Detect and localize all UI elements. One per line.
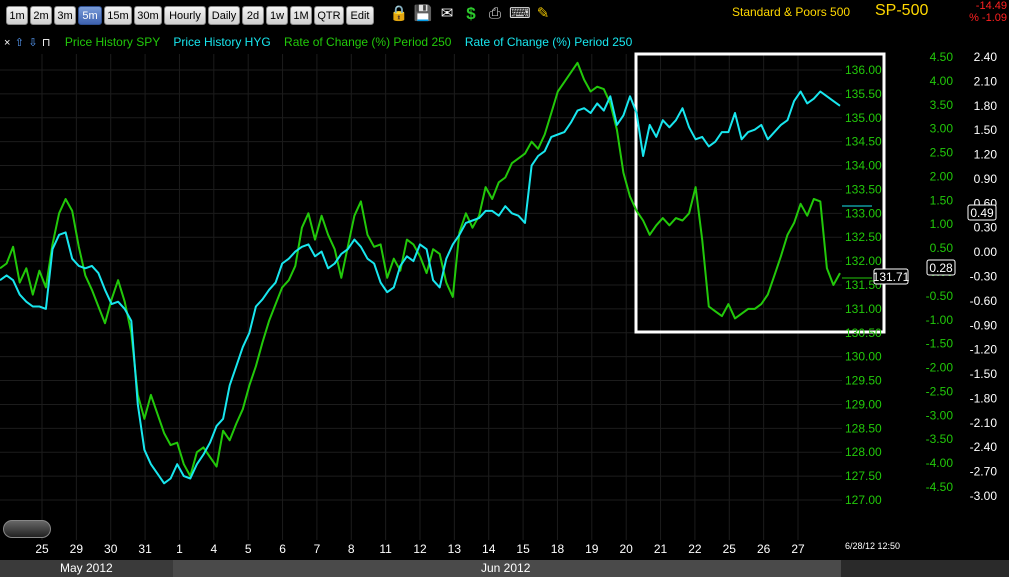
roc-spy-tick-label: -4.00 (926, 456, 954, 470)
roc-spy-tick-label: 1.50 (930, 193, 954, 207)
x-tick-label: 11 (379, 542, 392, 556)
roc-spy-value-label: 0.28 (929, 261, 953, 275)
x-tick-label: 4 (210, 542, 217, 556)
roc-spy-tick-label: 4.50 (930, 50, 954, 64)
roc-spy-tick-label: -3.00 (926, 408, 954, 422)
price-tick-label: 129.00 (845, 397, 882, 411)
roc-hyg-tick-label: 0.90 (974, 172, 998, 186)
roc-hyg-tick-label: 0.30 (974, 221, 998, 235)
x-tick-label: 22 (688, 542, 702, 556)
price-tick-label: 130.00 (845, 350, 882, 364)
roc-hyg-tick-label: -1.20 (970, 343, 998, 357)
roc-hyg-tick-label: -1.50 (970, 367, 998, 381)
roc-spy-tick-label: 4.00 (930, 74, 954, 88)
roc-hyg-tick-label: 2.10 (974, 74, 998, 88)
roc-spy-tick-label: -3.50 (926, 432, 954, 446)
roc-spy-tick-label: -2.00 (926, 361, 954, 375)
price-tick-label: 129.50 (845, 374, 882, 388)
price-tick-label: 134.00 (845, 159, 882, 173)
x-tick-label: 6 (279, 542, 286, 556)
price-tick-label: 128.50 (845, 421, 882, 435)
price-tick-label: 135.00 (845, 111, 882, 125)
price-tick-label: 135.50 (845, 87, 882, 101)
x-tick-label: 5 (245, 542, 252, 556)
roc-spy-tick-label: -0.50 (926, 289, 954, 303)
x-tick-label: 8 (348, 542, 355, 556)
month-may: May 2012 (0, 560, 173, 577)
roc-spy-tick-label: 3.00 (930, 122, 954, 136)
price-chart[interactable]: 136.00135.50135.00134.50134.00133.50133.… (0, 0, 1009, 560)
roc-hyg-tick-label: -0.30 (970, 270, 998, 284)
x-tick-label: 30 (104, 542, 118, 556)
x-tick-label: 21 (654, 542, 668, 556)
timestamp: 6/28/12 12:50 (845, 541, 901, 551)
price-tick-label: 131.00 (845, 302, 882, 316)
roc-spy-tick-label: -1.00 (926, 313, 954, 327)
month-jun: Jun 2012 (173, 560, 841, 577)
roc-spy-tick-label: 2.50 (930, 146, 954, 160)
roc-hyg-value-label: 0.49 (970, 206, 994, 220)
x-tick-label: 25 (723, 542, 737, 556)
roc-hyg-tick-label: 0.00 (974, 245, 998, 259)
roc-spy-tick-label: 3.50 (930, 98, 954, 112)
x-tick-label: 13 (448, 542, 462, 556)
roc-hyg-tick-label: 1.50 (974, 123, 998, 137)
roc-hyg-tick-label: 1.20 (974, 148, 998, 162)
roc-hyg-tick-label: -2.40 (970, 440, 998, 454)
x-tick-label: 15 (516, 542, 530, 556)
x-tick-label: 18 (551, 542, 565, 556)
roc-spy-tick-label: -2.50 (926, 384, 954, 398)
roc-hyg-tick-label: -2.70 (970, 465, 998, 479)
x-tick-label: 7 (314, 542, 321, 556)
price-tick-label: 133.50 (845, 182, 882, 196)
x-tick-label: 25 (35, 542, 49, 556)
price-tick-label: 136.00 (845, 63, 882, 77)
x-tick-label: 26 (757, 542, 771, 556)
price-tick-label: 130.50 (845, 326, 882, 340)
x-tick-label: 19 (585, 542, 599, 556)
roc-hyg-tick-label: -0.90 (970, 318, 998, 332)
price-tick-label: 128.00 (845, 445, 882, 459)
x-tick-label: 31 (138, 542, 152, 556)
x-tick-label: 12 (413, 542, 427, 556)
price-tick-label: 134.50 (845, 135, 882, 149)
roc-spy-tick-label: 1.00 (930, 217, 954, 231)
price-tick-label: 127.00 (845, 493, 882, 507)
roc-hyg-tick-label: 1.80 (974, 99, 998, 113)
x-tick-label: 1 (176, 542, 183, 556)
price-value-label: 131.71 (873, 270, 910, 284)
price-tick-label: 132.50 (845, 230, 882, 244)
roc-hyg-tick-label: -1.80 (970, 391, 998, 405)
roc-spy-tick-label: 0.50 (930, 241, 954, 255)
scroll-handle[interactable] (3, 520, 51, 538)
x-tick-label: 29 (70, 542, 84, 556)
price-tick-label: 133.00 (845, 206, 882, 220)
x-tick-label: 14 (482, 542, 496, 556)
price-tick-label: 127.50 (845, 469, 882, 483)
roc-hyg-tick-label: -0.60 (970, 294, 998, 308)
roc-spy-tick-label: 2.00 (930, 169, 954, 183)
price-tick-label: 132.00 (845, 254, 882, 268)
roc-spy-tick-label: -4.50 (926, 480, 954, 494)
x-tick-label: 27 (791, 542, 805, 556)
roc-hyg-tick-label: -3.00 (970, 489, 998, 503)
x-tick-label: 20 (620, 542, 634, 556)
roc-hyg-tick-label: 2.40 (974, 50, 998, 64)
roc-spy-tick-label: -1.50 (926, 337, 954, 351)
roc-hyg-tick-label: -2.10 (970, 416, 998, 430)
